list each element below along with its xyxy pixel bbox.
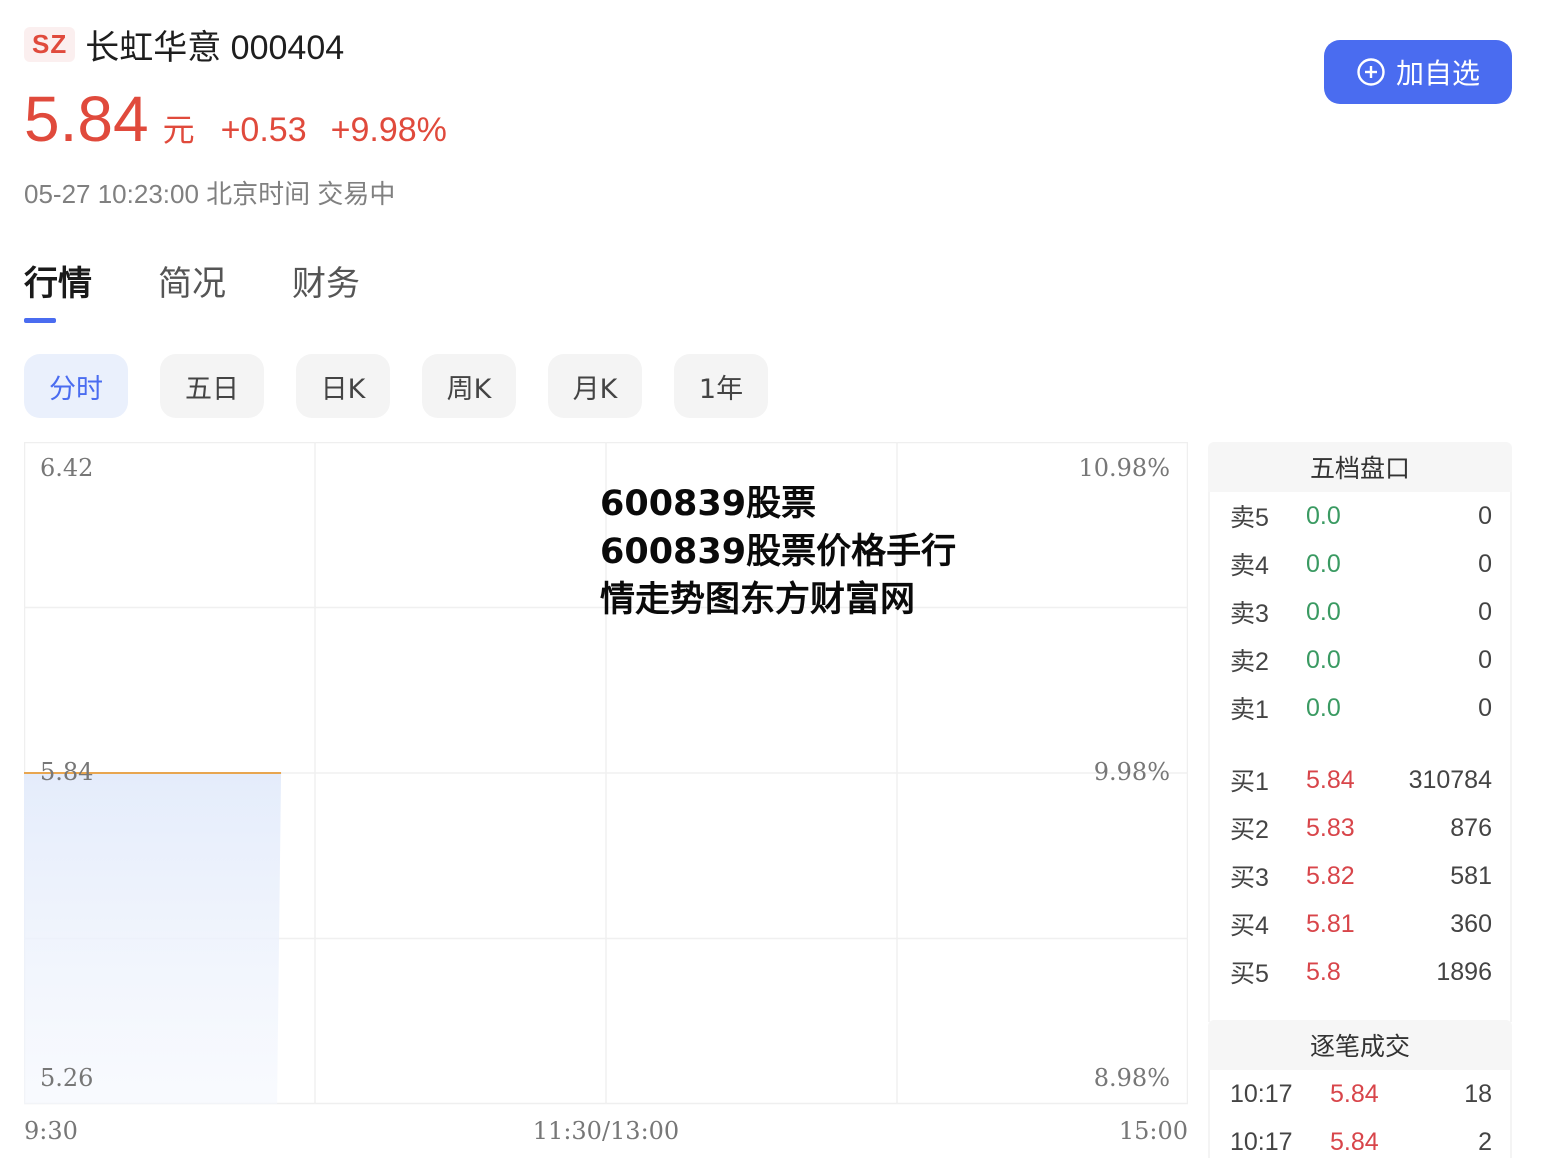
ask-row: 卖5 0.0 0 — [1210, 492, 1510, 540]
bid-label: 买4 — [1230, 912, 1269, 940]
trade-time: 10:17 — [1230, 1127, 1293, 1156]
y-axis-right-tick: 8.98% — [1094, 1064, 1170, 1092]
trade-row: 10:17 5.84 2 — [1210, 1118, 1510, 1158]
y-axis-left-tick: 6.42 — [40, 454, 93, 482]
price-row: 5.84 元 +0.53 +9.98% — [24, 82, 447, 156]
trade-price: 5.84 — [1330, 1127, 1379, 1156]
watermark-overlay-text: 600839股票 600839股票价格手行情走势图东方财富网 — [600, 484, 957, 620]
trade-row: 10:17 5.84 18 — [1210, 1070, 1510, 1118]
bid-row: 买2 5.83 876 — [1210, 804, 1510, 852]
trades-panel: 逐笔成交 10:17 5.84 18 10:17 5.84 2 — [1208, 1020, 1512, 1158]
x-axis-tick: 9:30 — [24, 1117, 78, 1145]
y-axis-left-tick: 5.84 — [40, 758, 93, 786]
bid-price: 5.84 — [1306, 765, 1355, 794]
price-change: +0.53 — [220, 111, 307, 149]
order-book-title: 五档盘口 — [1208, 442, 1512, 492]
price-area-fill — [24, 773, 282, 1104]
bid-row: 买5 5.8 1896 — [1210, 948, 1510, 996]
bid-row: 买1 5.84 310784 — [1210, 756, 1510, 804]
ask-volume: 0 — [1478, 693, 1492, 722]
tab-market[interactable]: 行情 — [24, 256, 92, 305]
order-book-panel: 五档盘口 卖5 0.0 0 卖4 0.0 0 卖3 0.0 0 卖2 0.0 0 卖1 0.0 0 … — [1208, 442, 1512, 1022]
x-axis-tick: 15:00 — [1119, 1117, 1188, 1145]
bid-row: 买3 5.82 581 — [1210, 852, 1510, 900]
y-axis-left-tick: 5.26 — [40, 1064, 93, 1092]
bid-volume: 360 — [1450, 909, 1492, 938]
period-one-year[interactable]: 1年 — [674, 354, 768, 418]
active-tab-indicator — [24, 318, 56, 323]
x-axis-tick: 11:30/13:00 — [533, 1117, 679, 1145]
main-tabs: 行情 简况 财务 — [24, 256, 426, 305]
bid-label: 买1 — [1230, 768, 1269, 796]
ask-row: 卖1 0.0 0 — [1210, 684, 1510, 732]
bid-label: 买3 — [1230, 864, 1269, 892]
ask-volume: 0 — [1478, 501, 1492, 530]
y-axis-right-tick: 10.98% — [1078, 454, 1170, 482]
bid-volume: 876 — [1450, 813, 1492, 842]
period-monthly-k[interactable]: 月K — [548, 354, 642, 418]
ask-volume: 0 — [1478, 549, 1492, 578]
bid-label: 买2 — [1230, 816, 1269, 844]
ask-label: 卖1 — [1230, 696, 1269, 724]
ask-label: 卖5 — [1230, 504, 1269, 532]
ask-volume: 0 — [1478, 597, 1492, 626]
price-change-pct: +9.98% — [330, 111, 447, 149]
bid-price: 5.82 — [1306, 861, 1355, 890]
ask-row: 卖3 0.0 0 — [1210, 588, 1510, 636]
ask-label: 卖2 — [1230, 648, 1269, 676]
trade-time: 10:17 — [1230, 1079, 1293, 1108]
bid-price: 5.83 — [1306, 813, 1355, 842]
ask-label: 卖4 — [1230, 552, 1269, 580]
trades-title: 逐笔成交 — [1208, 1020, 1512, 1070]
plus-circle-icon — [1357, 58, 1385, 86]
period-weekly-k[interactable]: 周K — [422, 354, 516, 418]
ask-price: 0.0 — [1306, 597, 1341, 626]
ask-price: 0.0 — [1306, 693, 1341, 722]
tab-overview[interactable]: 简况 — [158, 256, 226, 305]
ask-row: 卖4 0.0 0 — [1210, 540, 1510, 588]
trade-volume: 18 — [1464, 1079, 1492, 1108]
trade-price: 5.84 — [1330, 1079, 1379, 1108]
bid-label: 买5 — [1230, 960, 1269, 988]
ask-label: 卖3 — [1230, 600, 1269, 628]
period-selector: 分时 五日 日K 周K 月K 1年 — [24, 354, 800, 418]
ask-volume: 0 — [1478, 645, 1492, 674]
tab-finance[interactable]: 财务 — [292, 256, 360, 305]
period-daily-k[interactable]: 日K — [296, 354, 390, 418]
stock-name-code: 长虹华意 000404 — [85, 28, 345, 67]
bid-price: 5.8 — [1306, 957, 1341, 986]
add-to-watchlist-button[interactable]: 加自选 — [1324, 40, 1512, 104]
bid-volume: 581 — [1450, 861, 1492, 890]
stock-header: SZ 长虹华意 000404 — [24, 22, 345, 67]
ask-price: 0.0 — [1306, 645, 1341, 674]
bid-price: 5.81 — [1306, 909, 1355, 938]
add-to-watchlist-label: 加自选 — [1395, 57, 1480, 90]
period-intraday[interactable]: 分时 — [24, 354, 128, 418]
period-five-day[interactable]: 五日 — [160, 354, 264, 418]
price-unit: 元 — [162, 112, 195, 148]
market-badge: SZ — [24, 26, 76, 62]
current-price: 5.84 — [24, 83, 149, 155]
trade-timestamp: 05-27 10:23:00 北京时间 交易中 — [24, 179, 396, 209]
trade-volume: 2 — [1478, 1127, 1492, 1156]
bid-row: 买4 5.81 360 — [1210, 900, 1510, 948]
y-axis-right-tick: 9.98% — [1094, 758, 1170, 786]
ask-row: 卖2 0.0 0 — [1210, 636, 1510, 684]
ask-price: 0.0 — [1306, 501, 1341, 530]
bid-volume: 1896 — [1436, 957, 1492, 986]
bid-volume: 310784 — [1408, 765, 1492, 794]
ask-price: 0.0 — [1306, 549, 1341, 578]
